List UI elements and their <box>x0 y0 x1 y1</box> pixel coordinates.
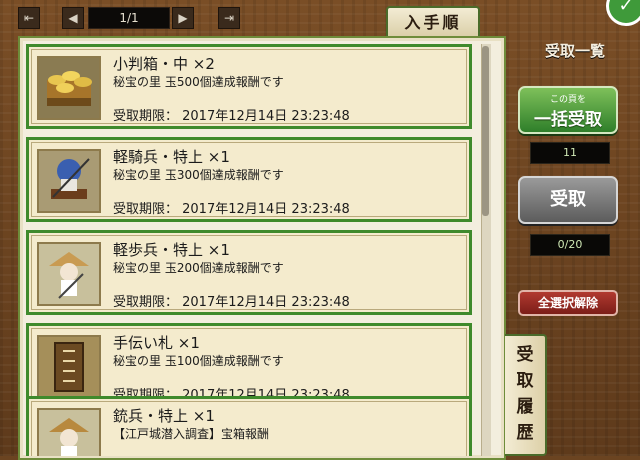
gold-koban-box-icon <box>37 56 101 120</box>
item-desc: 【江戸城潜入調査】宝箱報酬 <box>113 427 270 441</box>
light-cavalry-icon <box>37 149 101 213</box>
item-name: 銃兵・特上 ×1 <box>113 407 215 425</box>
list-item[interactable]: 小判箱・中 ×2 秘宝の里 玉500個達成報酬です 受取期限： 2017年12月… <box>26 44 472 129</box>
scrollbar-thumb[interactable] <box>482 46 489 216</box>
bulk-receive-sub-label: この頁を <box>549 95 586 105</box>
receive-count: 0/20 <box>530 234 610 256</box>
list-item[interactable]: 軽騎兵・特上 ×1 秘宝の里 玉300個達成報酬です 受取期限： 2017年12… <box>26 137 472 222</box>
clear-selection-button[interactable]: 全選択解除 <box>518 290 618 316</box>
list-item[interactable]: 軽歩兵・特上 ×1 秘宝の里 玉200個達成報酬です 受取期限： 2017年12… <box>26 230 472 315</box>
next-page-icon[interactable]: ▶ <box>172 7 194 29</box>
receive-button[interactable]: 受取 <box>518 176 618 224</box>
item-name: 手伝い札 ×1 <box>113 334 200 352</box>
bulk-receive-label: 一括受取 <box>534 110 602 130</box>
gunner-icon <box>37 408 101 456</box>
item-desc: 秘宝の里 玉500個達成報酬です <box>113 75 284 89</box>
light-infantry-icon <box>37 242 101 306</box>
item-name: 軽歩兵・特上 ×1 <box>113 241 230 259</box>
item-name: 小判箱・中 ×2 <box>113 55 215 73</box>
history-tab[interactable]: 受取履歴 <box>505 334 547 456</box>
list-item[interactable]: 銃兵・特上 ×1 【江戸城潜入調査】宝箱報酬 <box>26 396 472 456</box>
first-page-icon[interactable]: ⇤ <box>18 7 40 29</box>
item-expiry: 受取期限： 2017年12月14日 23:23:48 <box>113 295 350 310</box>
last-page-icon[interactable]: ⇥ <box>218 7 240 29</box>
sort-order-tab[interactable]: 入手順 <box>386 6 480 38</box>
bulk-count: 11 <box>530 142 610 164</box>
bulk-receive-button[interactable]: この頁を 一括受取 <box>518 86 618 134</box>
page-count: 1/1 <box>88 7 170 29</box>
reward-list: 小判箱・中 ×2 秘宝の里 玉500個達成報酬です 受取期限： 2017年12月… <box>26 44 472 456</box>
item-desc: 秘宝の里 玉100個達成報酬です <box>113 354 284 368</box>
prev-page-icon[interactable]: ◀ <box>62 7 84 29</box>
item-expiry: 受取期限： 2017年12月14日 23:23:48 <box>113 109 350 124</box>
item-name: 軽騎兵・特上 ×1 <box>113 148 230 166</box>
item-desc: 秘宝の里 玉300個達成報酬です <box>113 168 284 182</box>
history-tab-label: 受取履歴 <box>516 345 534 443</box>
item-desc: 秘宝の里 玉200個達成報酬です <box>113 261 284 275</box>
item-expiry: 受取期限： 2017年12月14日 23:23:48 <box>113 202 350 217</box>
panel-title: 受取一覧 <box>544 42 605 60</box>
helper-card-icon <box>37 335 101 399</box>
